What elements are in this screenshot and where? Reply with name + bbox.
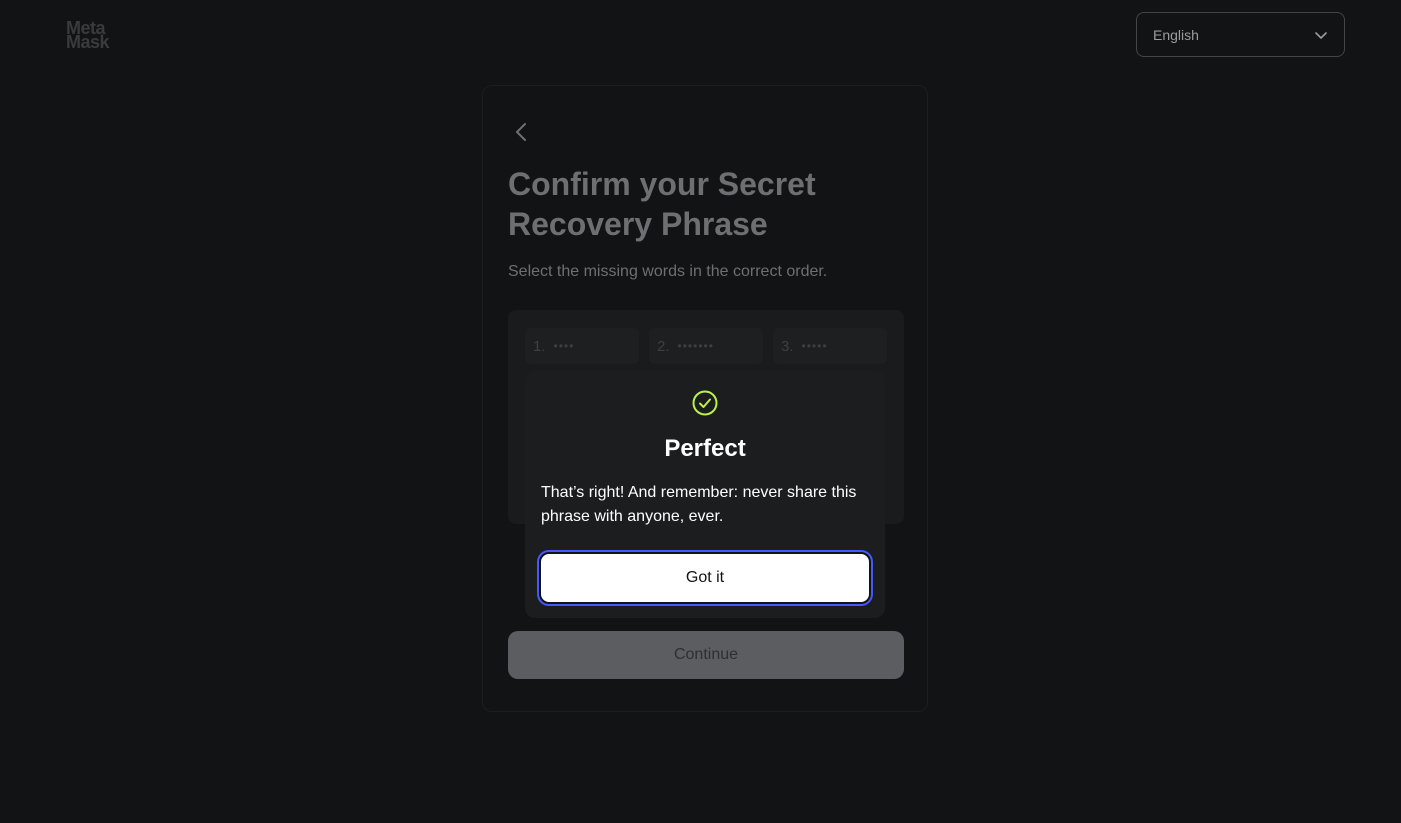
- top-bar: Meta Mask English: [0, 0, 1401, 70]
- chevron-down-icon: [1315, 32, 1327, 39]
- word-cell-3: 3. •••••: [773, 328, 887, 364]
- language-value: English: [1153, 26, 1199, 43]
- page-subtitle: Select the missing words in the correct …: [508, 263, 828, 280]
- logo-line-2: Mask: [66, 32, 110, 52]
- metamask-logo: Meta Mask: [66, 19, 128, 53]
- back-arrow-icon[interactable]: [511, 120, 531, 144]
- language-select[interactable]: English: [1136, 12, 1345, 57]
- word-mask: •••••••: [677, 339, 714, 353]
- continue-button[interactable]: Continue: [508, 631, 904, 679]
- word-cell-2: 2. •••••••: [649, 328, 763, 364]
- success-modal: Perfect That’s right! And remember: neve…: [525, 371, 885, 618]
- word-number: 3.: [781, 337, 794, 355]
- got-it-button[interactable]: Got it: [539, 552, 871, 604]
- modal-title: Perfect: [664, 435, 746, 462]
- modal-message: That’s right! And remember: never share …: [541, 484, 857, 525]
- word-number: 2.: [657, 337, 670, 355]
- word-number: 1.: [533, 337, 546, 355]
- word-mask: •••••: [801, 339, 828, 353]
- word-cell-1: 1. ••••: [525, 328, 639, 364]
- word-mask: ••••: [553, 339, 575, 353]
- check-circle-icon: [692, 390, 718, 416]
- page-title: Confirm your Secret Recovery Phrase: [508, 166, 816, 242]
